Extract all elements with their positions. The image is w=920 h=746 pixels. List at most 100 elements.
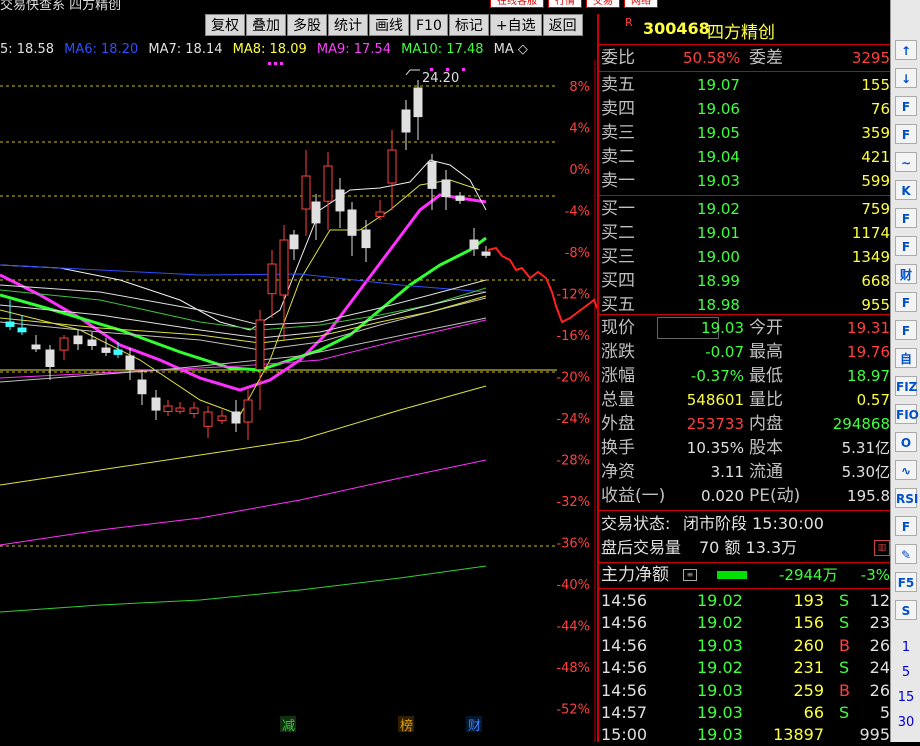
tab-trade[interactable]: 交易 (586, 0, 620, 8)
overlay-button[interactable]: 叠加 (246, 14, 286, 36)
tick-price: 19.02 (697, 613, 743, 633)
add-watchlist-button[interactable]: +自选 (489, 14, 542, 36)
tick-row: 14:56 19.02 193 S 12 (599, 590, 892, 612)
ask-price: 19.05 (697, 124, 740, 142)
pct-tick-label: 0% (569, 163, 590, 178)
pct-tick-label: -36% (556, 537, 590, 552)
tool-icon[interactable]: ∼ (895, 152, 917, 172)
separator (599, 510, 892, 511)
tool-icon[interactable]: K (895, 180, 917, 200)
candle-body (481, 251, 491, 256)
candle-body (413, 87, 423, 118)
period-30-button[interactable]: 30 (891, 715, 920, 730)
tool-icon[interactable]: F (895, 516, 917, 536)
ask-label: 卖二 (601, 147, 635, 167)
tick-price: 19.03 (697, 680, 743, 700)
candle-body (203, 411, 213, 427)
stat-row: 现价 19.03 今开 19.31 (599, 316, 892, 340)
back-button[interactable]: 返回 (542, 14, 583, 36)
period-5-button[interactable]: 5 (891, 665, 920, 680)
tick-price: 19.02 (697, 658, 743, 678)
ma-settings-label[interactable]: MA ◇ (494, 42, 528, 57)
tick-price: 19.02 (697, 591, 743, 610)
stat-row: 净资 3.11 流通 5.30亿 (599, 460, 892, 484)
mark-button[interactable]: 标记 (448, 14, 489, 36)
tool-icon[interactable]: F5 (895, 572, 917, 592)
tab-market[interactable]: 行情 (548, 0, 582, 8)
ask-row[interactable]: 卖五 19.07 155 (599, 73, 892, 97)
kline-chart[interactable]: 8% 4% 0% -4% -8% -12% -16% -20% -24% -28% -32% -36%… (0, 60, 597, 742)
bid-row[interactable]: 买四 18.99 668 (599, 269, 892, 293)
candle-body (189, 407, 199, 414)
event-marker-rank[interactable]: 榜 (400, 718, 413, 734)
stat-label: PE(动) (749, 486, 801, 506)
ask-row[interactable]: 卖二 19.04 421 (599, 145, 892, 169)
event-marker-reduce[interactable]: 减 (282, 719, 295, 734)
draw-line-button[interactable]: 画线 (369, 14, 409, 36)
tool-icon[interactable]: F (895, 208, 917, 228)
bid-label: 买三 (601, 247, 635, 267)
tool-icon[interactable]: FIZ (895, 376, 917, 396)
tick-volume: 259 (793, 680, 824, 700)
ask-row[interactable]: 卖一 19.03 599 (599, 169, 892, 193)
tick-time: 14:56 (601, 635, 648, 655)
pct-tick-label: -8% (565, 246, 590, 261)
tool-icon[interactable]: S (895, 600, 917, 620)
ask-label: 卖一 (601, 171, 635, 191)
tick-time: 14:56 (601, 591, 648, 610)
ask-price: 19.06 (697, 100, 740, 118)
restore-rights-button[interactable]: 复权 (205, 14, 245, 36)
period-15-button[interactable]: 15 (891, 690, 920, 705)
tool-icon[interactable]: F (895, 124, 917, 144)
stat-row: 总量 548601 量比 0.57 (599, 388, 892, 412)
candle-body (113, 349, 123, 355)
tool-icon[interactable]: ↓ (895, 68, 917, 88)
list-icon[interactable]: ≡ (683, 569, 697, 581)
bar-chart-icon[interactable]: ▥ (874, 540, 890, 556)
tool-icon[interactable]: 自 (895, 348, 917, 368)
tick-row: 14:57 19.03 66 S 5 (599, 702, 892, 724)
candle-body (279, 239, 289, 296)
tool-icon[interactable]: F (895, 292, 917, 312)
event-marker-finance[interactable]: 财 (468, 719, 481, 734)
bid-volume: 1349 (851, 248, 890, 266)
tab-online-service[interactable]: 在线客服 (490, 0, 544, 8)
tool-icon[interactable]: RSI (895, 488, 918, 508)
statistics-button[interactable]: 统计 (328, 14, 368, 36)
f10-button[interactable]: F10 (410, 14, 448, 36)
ma8-label: MA8: 18.09 (232, 42, 307, 57)
ma-legend: 5: 18.58 MA6: 18.20 MA7: 18.14 MA8: 18.0… (0, 42, 534, 57)
multi-stock-button[interactable]: 多股 (287, 14, 327, 36)
tool-icon[interactable]: ✎ (895, 544, 917, 564)
tick-row: 14:56 19.02 231 S 24 (599, 657, 892, 679)
bid-row[interactable]: 买一 19.02 759 (599, 197, 892, 221)
after-hours-row: 盘后交易量 70 额 13.3万 ▥ (599, 536, 892, 560)
tick-row: 15:00 19.03 13897 995 (599, 724, 892, 746)
ask-row[interactable]: 卖四 19.06 76 (599, 97, 892, 121)
period-1-button[interactable]: 1 (891, 640, 920, 655)
stat-label: 涨跌 (601, 342, 635, 362)
tool-icon[interactable]: O (895, 432, 917, 452)
bid-volume: 759 (861, 200, 890, 218)
stat-label: 总量 (601, 390, 635, 410)
tool-icon[interactable]: F (895, 96, 917, 116)
top-tabs: 在线客服 行情 交易 网络 (490, 0, 662, 8)
candle-body (347, 209, 357, 236)
tool-icon[interactable]: F (895, 236, 917, 256)
weicha-label: 委差 (749, 48, 783, 68)
candle-body (243, 399, 253, 423)
tool-icon[interactable]: F (895, 320, 917, 340)
trade-status-label: 交易状态: (601, 514, 671, 533)
bid-row[interactable]: 买三 19.00 1349 (599, 245, 892, 269)
tool-icon[interactable]: 财 (895, 264, 917, 284)
tool-icon[interactable]: ↑ (895, 40, 917, 60)
tool-icon[interactable]: ∿ (895, 460, 917, 480)
candle-body (361, 229, 371, 249)
stat-value: 195.8 (847, 487, 890, 505)
tab-network[interactable]: 网络 (624, 0, 658, 8)
ask-row[interactable]: 卖三 19.05 359 (599, 121, 892, 145)
tick-price: 19.03 (697, 635, 743, 655)
candle-body (469, 239, 479, 250)
tool-icon[interactable]: FIO (895, 404, 919, 424)
bid-row[interactable]: 买二 19.01 1174 (599, 221, 892, 245)
